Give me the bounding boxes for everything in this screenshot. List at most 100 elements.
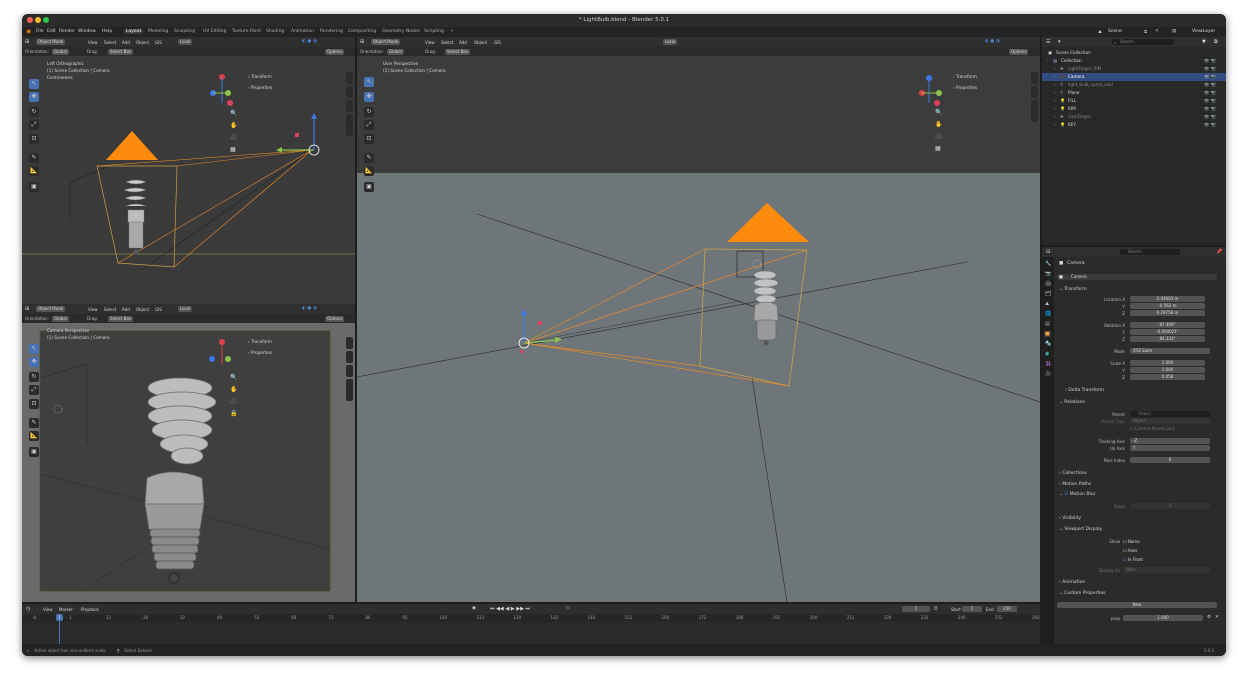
tool-tab-icon[interactable]: 🔧 (1045, 261, 1051, 267)
tab-tool[interactable] (346, 86, 353, 98)
location-z-field[interactable]: 0.29758 m (1130, 310, 1205, 316)
tab-view[interactable] (1031, 100, 1038, 122)
view-layer-tab-icon[interactable]: 🗂 (1045, 291, 1051, 297)
tab-sculpting[interactable]: Sculpting (174, 29, 195, 34)
expand-arrow-icon[interactable]: › (1054, 97, 1056, 105)
timeline-editor-icon[interactable]: ◷ (26, 606, 30, 612)
move-tool-icon[interactable]: ✥ (364, 92, 374, 102)
expand-arrow-icon[interactable]: › (1054, 113, 1056, 121)
prop-remove-icon[interactable]: ✕ (1215, 615, 1219, 620)
auto-keying-icon[interactable]: ◉ (472, 606, 476, 611)
properties-editor[interactable]: ⊟ Search 📌 🔧 📷 🖨 🗂 ⛰ 🌐 ▤ ■ 🔩 ◉ ⛓ 🎥 ■ Cam… (1042, 247, 1226, 644)
outliner-item[interactable]: › ✣ LightTarget_RIM 👁 📷 (1042, 65, 1226, 73)
scale-x-field[interactable]: 1.000 (1130, 360, 1205, 366)
viewport-main-perspective[interactable]: ⊞ Object Mode View Select Add Object GIS… (357, 37, 1040, 602)
show-name-checkbox[interactable]: ☐ Name (1123, 539, 1140, 544)
tab-geometry-nodes[interactable]: Geometry Nodes (382, 29, 420, 34)
copy-scene-icon[interactable]: ⧉ (1144, 29, 1147, 35)
tab-view[interactable] (346, 365, 353, 377)
tab-compositing[interactable]: Compositing (348, 29, 376, 34)
visibility-toggle-icons[interactable]: 👁 📷 (1204, 89, 1216, 97)
expand-arrow-icon[interactable]: › (1054, 81, 1056, 89)
timeline[interactable]: ◷ View Marker Playback ◉ ⏮ ◀◀ ◀ ▶ ▶▶ ⏭ ◇… (22, 604, 1040, 644)
expand-arrow-icon[interactable]: › (1054, 121, 1056, 129)
mode-dropdown[interactable]: Object Mode (36, 39, 66, 45)
drag-dropdown[interactable]: Select Box (108, 315, 134, 322)
section-custom-properties[interactable]: ⌄ Custom Properties (1059, 591, 1106, 596)
measure-tool-icon[interactable]: 📐 (29, 166, 39, 176)
pan-hand-icon[interactable]: ✋ (230, 386, 237, 393)
transform-tool-icon[interactable]: ⊡ (29, 134, 39, 144)
editor-type-icon[interactable]: ⊞ (25, 39, 29, 45)
camera-view-icon[interactable]: 🎥 (935, 133, 942, 140)
expand-arrow-icon[interactable]: › (1054, 105, 1056, 113)
up-axis-dropdown[interactable]: Y (1130, 445, 1210, 451)
measure-tool-icon[interactable]: 📐 (29, 431, 39, 441)
playback-controls[interactable]: ⏮ ◀◀ ◀ ▶ ▶▶ ⏭ (490, 606, 530, 612)
show-axes-checkbox[interactable]: ☐ Axes (1123, 548, 1137, 553)
tracking-axis-dropdown[interactable]: -Z (1130, 438, 1210, 444)
constraints-tab-icon[interactable]: ⛓ (1045, 361, 1051, 367)
drag-dropdown[interactable]: Select Box (445, 48, 471, 55)
menu-render[interactable]: Render (59, 29, 75, 34)
outliner-search-input[interactable]: Search (1112, 39, 1174, 45)
current-frame-field[interactable]: 1 (902, 606, 930, 612)
orientation-dropdown[interactable]: Global (387, 48, 404, 55)
add-workspace-icon[interactable]: + (450, 29, 454, 34)
panel-properties[interactable]: › Properties (248, 350, 272, 355)
tab-animation[interactable] (346, 379, 353, 401)
mode-dropdown[interactable]: Object Mode (371, 39, 401, 45)
options-dropdown[interactable]: Options (1009, 48, 1029, 55)
editor-type-icon[interactable]: ⊞ (25, 306, 29, 312)
menu-view[interactable]: View (425, 40, 435, 45)
outliner-item[interactable]: › 💡 KEY 👁 📷 (1042, 121, 1226, 129)
tab-texture-paint[interactable]: Texture Paint (232, 29, 261, 34)
pin-icon[interactable]: 📌 (1216, 249, 1222, 255)
rotation-y-field[interactable]: -0.000021° (1130, 329, 1205, 335)
transform-tool-icon[interactable]: ⊡ (364, 134, 374, 144)
section-collections[interactable]: › Collections (1059, 471, 1087, 476)
grid-icon[interactable]: ▦ (935, 145, 941, 152)
tab-scripting[interactable]: Scripting (424, 29, 444, 34)
transform-pivot-dropdown[interactable]: Local (178, 39, 193, 45)
add-cube-tool-icon[interactable]: ▣ (364, 182, 374, 192)
section-delta-transform[interactable]: › Delta Transform (1065, 388, 1104, 393)
move-tool-icon[interactable]: ✥ (29, 92, 39, 102)
select-tool-icon[interactable]: ↖ (29, 79, 39, 89)
section-visibility[interactable]: › Visibility (1059, 516, 1081, 521)
outliner-item[interactable]: › ▽ Plane 👁 📷 (1042, 89, 1226, 97)
outliner-item[interactable]: › 💡 RIM 👁 📷 (1042, 105, 1226, 113)
menu-gis[interactable]: GIS (155, 40, 162, 45)
section-relations[interactable]: ⌄ Relations (1059, 400, 1085, 405)
data-tab-icon[interactable]: 🎥 (1045, 371, 1051, 377)
visibility-toggle-icons[interactable]: 👁 📷 (1204, 81, 1216, 89)
tab-view[interactable] (346, 100, 353, 112)
tab-shading[interactable]: Shading (266, 29, 284, 34)
properties-editor-icon[interactable]: ⊟ (1046, 249, 1050, 255)
rotate-tool-icon[interactable]: ↻ (29, 372, 39, 382)
menu-view[interactable]: View (88, 40, 98, 45)
editor-type-icon[interactable]: ⊞ (360, 39, 364, 45)
menu-gis[interactable]: GIS (155, 307, 162, 312)
transform-pivot-dropdown[interactable]: Local (178, 306, 193, 312)
scene-icon[interactable]: ⛰ (1098, 29, 1102, 35)
rotation-x-field[interactable]: 87.499° (1130, 322, 1205, 328)
menu-object[interactable]: Object (136, 307, 149, 312)
add-cube-tool-icon[interactable]: ▣ (29, 182, 39, 192)
move-tool-icon[interactable]: ✥ (29, 357, 39, 367)
panel-transform[interactable]: › Transform (953, 74, 977, 79)
tab-rendering[interactable]: Rendering (320, 29, 343, 34)
prop-value-field[interactable]: 1.000 (1123, 615, 1203, 621)
blender-logo-icon[interactable]: ◉ (26, 28, 31, 35)
tab-item[interactable] (346, 72, 353, 84)
playhead[interactable]: 1 (56, 614, 63, 621)
shading-icons[interactable]: ◐ ● ◑ (302, 306, 317, 311)
physics-tab-icon[interactable]: ◉ (1045, 351, 1049, 357)
outliner-item[interactable]: › ▽ light_bulb_spiral_cool 👁 📷 (1042, 81, 1226, 89)
timeline-menu-playback[interactable]: Playback (81, 607, 99, 612)
rotate-tool-icon[interactable]: ↻ (364, 107, 374, 117)
panel-properties[interactable]: › Properties (953, 85, 977, 90)
output-tab-icon[interactable]: 🖨 (1045, 281, 1051, 287)
prop-settings-icon[interactable]: ⚙ (1207, 615, 1211, 620)
object-tab-icon[interactable]: ■ (1044, 331, 1051, 337)
